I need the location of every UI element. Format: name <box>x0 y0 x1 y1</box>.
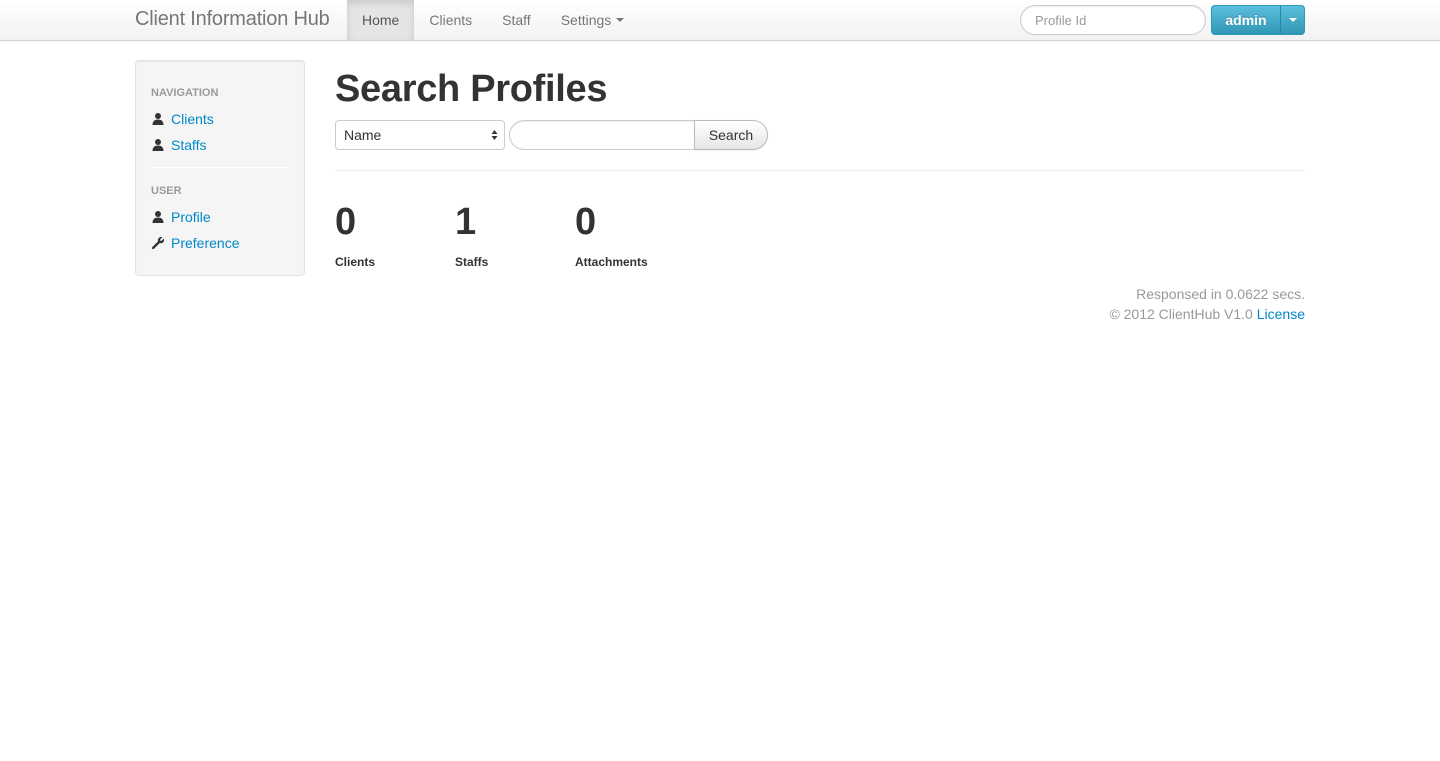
chevron-down-icon <box>1288 18 1297 22</box>
stat-clients-label: Clients <box>335 255 376 269</box>
stat-attachments: 0 Attachments <box>575 200 648 269</box>
page-title: Search Profiles <box>335 68 608 110</box>
nav-settings-label: Settings <box>560 12 612 28</box>
sidebar-item-label: Clients <box>171 111 214 127</box>
stat-attachments-count: 0 <box>575 201 597 243</box>
search-button[interactable]: Search <box>694 120 768 150</box>
brand-title[interactable]: Client Information Hub <box>135 8 330 31</box>
copyright-line: © 2012 ClientHub V1.0 License <box>1109 304 1305 324</box>
copyright-text: © 2012 ClientHub V1.0 <box>1109 306 1253 322</box>
sidebar-item-clients[interactable]: Clients <box>151 109 214 129</box>
sidebar-divider <box>151 167 288 168</box>
license-link[interactable]: License <box>1257 306 1305 322</box>
user-menu-toggle-button[interactable] <box>1280 5 1305 35</box>
nav-staff[interactable]: Staff <box>487 0 546 40</box>
search-query-input[interactable] <box>509 120 695 150</box>
response-time-text: Responsed in 0.0622 secs. <box>1136 286 1305 302</box>
nav-staff-label: Staff <box>502 12 531 28</box>
user-menu: admin <box>1211 5 1305 35</box>
sidebar-item-staffs[interactable]: Staffs <box>151 135 207 155</box>
main-nav: Home Clients Staff Settings <box>347 0 639 40</box>
top-navbar: Client Information Hub Home Clients Staf… <box>0 0 1440 41</box>
nav-clients-label: Clients <box>429 12 473 28</box>
wrench-icon <box>151 236 165 250</box>
sidebar-item-label: Profile <box>171 209 211 225</box>
admin-user-button[interactable]: admin <box>1211 5 1280 35</box>
stat-staffs: 1 Staffs <box>455 200 488 269</box>
sidebar-item-label: Preference <box>171 235 240 251</box>
stat-staffs-label: Staffs <box>455 255 489 269</box>
sidebar: NAVIGATION Clients Staffs USER Profile P… <box>135 60 305 276</box>
footer: Responsed in 0.0622 secs. © 2012 ClientH… <box>1109 284 1305 324</box>
search-field-selected-value: Name <box>344 127 382 143</box>
select-arrows-icon <box>491 130 498 140</box>
search-field-select[interactable]: Name <box>335 120 505 150</box>
stat-attachments-label: Attachments <box>575 255 648 269</box>
sidebar-header-navigation: NAVIGATION <box>151 87 219 99</box>
stat-clients: 0 Clients <box>335 200 375 269</box>
nav-settings-dropdown[interactable]: Settings <box>546 0 640 40</box>
sidebar-item-profile[interactable]: Profile <box>151 207 211 227</box>
nav-home-label: Home <box>362 12 400 28</box>
section-divider <box>335 170 1305 171</box>
sidebar-header-user: USER <box>151 185 182 197</box>
user-icon <box>152 113 164 125</box>
sidebar-item-label: Staffs <box>171 137 207 153</box>
user-icon <box>152 211 164 223</box>
stat-clients-count: 0 <box>335 201 357 243</box>
nav-home[interactable]: Home <box>347 0 415 40</box>
sidebar-item-preference[interactable]: Preference <box>151 233 239 253</box>
user-icon <box>152 139 164 151</box>
nav-clients[interactable]: Clients <box>414 0 487 40</box>
profile-id-search-input[interactable] <box>1020 5 1206 35</box>
chevron-down-icon <box>616 18 625 23</box>
stat-staffs-count: 1 <box>455 201 477 243</box>
